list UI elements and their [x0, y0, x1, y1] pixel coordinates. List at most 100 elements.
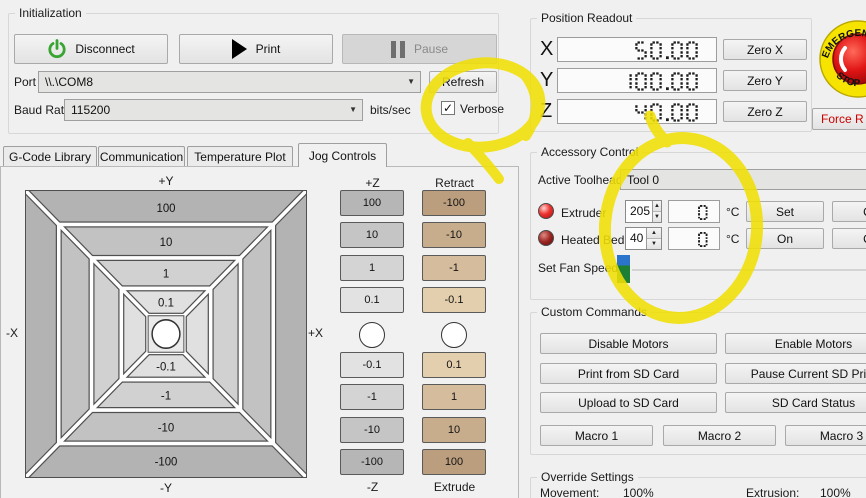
extruder-set-button[interactable]: Set [746, 201, 824, 222]
fan-slider-track[interactable] [632, 269, 866, 271]
tab-g-code-library[interactable]: G-Code Library [3, 146, 97, 167]
spin-down-icon[interactable]: ▼ [647, 239, 661, 249]
print-button[interactable]: Print [179, 34, 333, 64]
active-toolhead-label: Active Toolhead [538, 173, 623, 187]
movement-override-label: Movement: [540, 486, 600, 498]
emergency-stop-button[interactable]: EMERGENCY STOP [818, 19, 866, 99]
heated-bed-target-value: 40 [630, 231, 644, 245]
spin-down-icon[interactable]: ▼ [653, 212, 661, 222]
heated-bed-status-led [538, 230, 554, 246]
fan-slider-handle[interactable] [617, 255, 630, 283]
jog-z-column: +Z 100 10 1 0.1 -0.1 -1 -10 -100 -Z [340, 176, 405, 498]
jog-e-button-10[interactable]: 10 [422, 416, 486, 443]
zero-y-button[interactable]: Zero Y [723, 70, 807, 91]
pause-button[interactable]: Pause [342, 34, 497, 64]
command-button-print-from-sd-card[interactable]: Print from SD Card [540, 363, 717, 384]
fan-speed-label: Set Fan Speed [538, 261, 619, 275]
heated-bed-label: Heated Bed [561, 233, 625, 247]
extrusion-override-value: 100% [820, 486, 851, 498]
refresh-button[interactable]: Refresh [429, 71, 497, 93]
custom-commands-title: Custom Commands [537, 305, 652, 319]
tab-temperature-plot[interactable]: Temperature Plot [187, 146, 293, 167]
port-combobox[interactable]: \\.\COM8 ▼ [38, 71, 421, 93]
jog-e-home-button[interactable] [441, 322, 467, 348]
tab-communication[interactable]: Communication [98, 146, 185, 167]
force-button[interactable]: Force R [812, 108, 866, 130]
baud-rate-label: Baud Rate [14, 103, 71, 117]
jog-xy-home-button[interactable] [151, 319, 181, 349]
jog-e-button--10[interactable]: -10 [422, 222, 486, 249]
jog-z-button--0.1[interactable]: -0.1 [340, 352, 404, 378]
spinner-arrows[interactable]: ▲ ▼ [646, 228, 661, 249]
macro-button-1[interactable]: Macro 1 [540, 425, 653, 446]
position-readout-title: Position Readout [537, 11, 637, 25]
extruder-off-button[interactable]: Off [832, 201, 866, 222]
refresh-label: Refresh [441, 75, 485, 89]
jog-z-button--10[interactable]: -10 [340, 416, 404, 443]
check-icon: ✓ [442, 101, 454, 115]
jog-z-button-1[interactable]: 1 [340, 254, 404, 281]
baud-rate-combobox[interactable]: 115200 ▼ [64, 99, 363, 121]
jog-e-bottom-label: Extrude [433, 480, 476, 494]
pause-label: Pause [413, 42, 449, 56]
jog-xy-plus-x-ring1[interactable] [239, 223, 274, 445]
jog-e-button--100[interactable]: -100 [422, 190, 486, 216]
jog-e-button--1[interactable]: -1 [422, 254, 486, 281]
port-label: Port [14, 75, 37, 89]
app-window: Initialization Disconnect Print Pause Po… [0, 0, 866, 498]
zero-x-button[interactable]: Zero X [723, 39, 807, 60]
jog-xy-minus-x-ring1[interactable] [58, 223, 93, 445]
extruder-target-spinner[interactable]: 205 ▲ ▼ [625, 200, 662, 223]
heated-bed-on-label: On [776, 231, 793, 246]
jog-xy-step-label: 0.1 [158, 298, 174, 310]
macro-button-2[interactable]: Macro 2 [663, 425, 776, 446]
disconnect-label: Disconnect [75, 42, 135, 56]
jog-xy-step-label: -0.1 [156, 361, 176, 373]
tab-jog-controls[interactable]: Jog Controls [298, 143, 387, 167]
disconnect-button[interactable]: Disconnect [14, 34, 168, 64]
command-button-disable-motors[interactable]: Disable Motors [540, 333, 717, 354]
pause-icon [390, 40, 405, 58]
command-button-enable-motors[interactable]: Enable Motors [725, 333, 866, 354]
accessory-control-title: Accessory Control [537, 145, 643, 159]
jog-z-button-0.1[interactable]: 0.1 [340, 287, 404, 314]
heated-bed-target-spinner[interactable]: 40 ▲ ▼ [625, 227, 662, 250]
active-toolhead-combobox[interactable]: Tool 0 [620, 169, 866, 190]
macro-button-3[interactable]: Macro 3 [785, 425, 866, 446]
jog-z-button-100[interactable]: 100 [340, 190, 404, 216]
baud-rate-value: 115200 [71, 103, 111, 117]
heated-bed-on-button[interactable]: On [746, 228, 824, 249]
jog-xy-pad[interactable]: 100 -100 10 -10 1 -1 0.1 -0.1 [25, 190, 307, 478]
jog-z-button--100[interactable]: -100 [340, 449, 404, 476]
command-button-pause-current-sd-print[interactable]: Pause Current SD Print [725, 363, 866, 384]
extruder-target-value: 205 [630, 204, 651, 218]
spinner-arrows[interactable]: ▲ ▼ [652, 201, 661, 222]
jog-e-button-1[interactable]: 1 [422, 384, 486, 411]
jog-z-button-10[interactable]: 10 [340, 222, 404, 249]
command-button-upload-to-sd-card[interactable]: Upload to SD Card [540, 392, 717, 413]
axis-letter-x: X [540, 38, 554, 60]
axis-letter-y: Y [540, 69, 554, 91]
spin-up-icon[interactable]: ▲ [647, 228, 661, 239]
jog-e-button--0.1[interactable]: -0.1 [422, 287, 486, 314]
extruder-temp-display [668, 200, 720, 223]
jog-z-bottom-label: -Z [366, 480, 379, 494]
verbose-checkbox[interactable]: ✓ [441, 101, 455, 115]
port-value: \\.\COM8 [45, 75, 94, 89]
command-button-sd-card-status[interactable]: SD Card Status [725, 392, 866, 413]
zero-z-button[interactable]: Zero Z [723, 101, 807, 122]
jog-z-home-button[interactable] [359, 322, 385, 348]
jog-xy-minus-x-ring0[interactable] [25, 190, 60, 478]
play-icon [231, 39, 247, 59]
jog-e-button-100[interactable]: 100 [422, 449, 486, 476]
jog-z-button--1[interactable]: -1 [340, 384, 404, 411]
jog-xy-plus-x-ring0[interactable] [272, 190, 307, 478]
heated-bed-off-button[interactable]: Off [832, 228, 866, 249]
extrusion-override-label: Extrusion: [746, 486, 800, 498]
jog-plus-y-label: +Y [158, 174, 174, 188]
jog-xy-step-label: -10 [158, 422, 174, 434]
jog-e-button-0.1[interactable]: 0.1 [422, 352, 486, 378]
spin-up-icon[interactable]: ▲ [653, 201, 661, 212]
print-label: Print [255, 42, 281, 56]
position-display-z [557, 99, 717, 124]
